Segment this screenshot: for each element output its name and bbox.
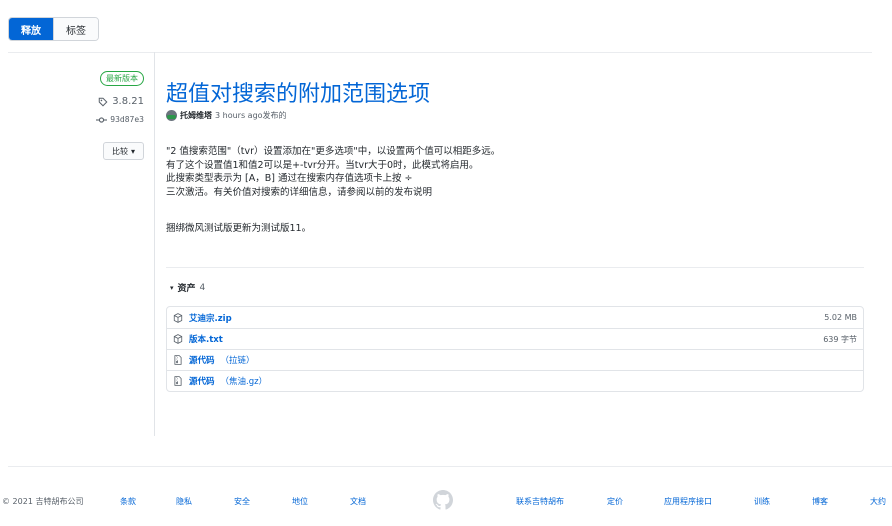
- asset-format[interactable]: （焦油.gz）: [221, 375, 268, 387]
- footer-link-status[interactable]: 地位: [292, 496, 308, 507]
- asset-size: 639 字节: [823, 334, 857, 344]
- asset-name[interactable]: 艾迪宗.zip: [189, 312, 232, 324]
- asset-name[interactable]: 版本.txt: [189, 333, 223, 345]
- commit-link[interactable]: 93d87e3: [96, 115, 144, 124]
- assets-label: 资产: [177, 284, 196, 294]
- footer-link-about[interactable]: 大约: [870, 496, 886, 507]
- footer-link-training[interactable]: 训练: [754, 496, 770, 507]
- latest-release-badge: 最新版本: [100, 71, 144, 86]
- file-zip-icon: [174, 376, 182, 386]
- triangle-down-icon: ▾: [170, 283, 174, 292]
- tag-link[interactable]: 3.8.21: [98, 96, 144, 107]
- package-icon: [173, 312, 183, 323]
- asset-row[interactable]: 艾迪宗.zip 5.02 MB: [167, 307, 863, 328]
- footer-copyright: © 2021 吉特胡布公司: [2, 497, 84, 506]
- file-zip-icon: [174, 355, 182, 365]
- author-link[interactable]: 托姆维塔: [180, 110, 212, 121]
- assets-toggle[interactable]: ▾ 资产 4: [170, 281, 206, 295]
- tab-releases[interactable]: 释放: [9, 18, 53, 40]
- assets-list: 艾迪宗.zip 5.02 MB 版本.txt 639 字节 源代码 （拉链） 源…: [166, 306, 864, 392]
- notes-line: 三次激活。有关价值对搜索的详细信息，请参阅以前的发布说明: [166, 186, 433, 198]
- compare-label: 比较: [111, 146, 128, 156]
- notes-line: "2 值搜索范围"（tvr）设置添加在"更多选项"中，以设置两个值可以相距多远。: [166, 146, 501, 157]
- release-meta: 最新版本 3.8.21 93d87e3 比较 ▾: [0, 52, 155, 436]
- footer-link-security[interactable]: 安全: [234, 496, 250, 507]
- assets-count: 4: [199, 282, 206, 293]
- asset-size: 5.02 MB: [824, 313, 857, 322]
- divider: [8, 466, 892, 467]
- release-notes: "2 值搜索范围"（tvr）设置添加在"更多选项"中，以设置两个值可以相距多远。…: [166, 145, 766, 234]
- triangle-down-icon: ▾: [130, 146, 135, 156]
- asset-name[interactable]: 源代码: [189, 354, 215, 366]
- github-logo-icon[interactable]: [433, 490, 453, 510]
- notes-line: 此搜索类型表示为 [A，B] 通过在搜索内存值选项卡上按 ÷: [166, 173, 413, 184]
- footer-link-blog[interactable]: 博客: [812, 496, 828, 507]
- git-commit-icon: [96, 116, 108, 123]
- asset-row[interactable]: 源代码 （焦油.gz）: [167, 370, 863, 391]
- tag-icon: [98, 97, 108, 106]
- site-footer: © 2021 吉特胡布公司 条款 隐私 安全 地位 文档 联系吉特胡布 定价 应…: [0, 490, 892, 510]
- compare-button[interactable]: 比较 ▾: [102, 142, 144, 160]
- footer-link-privacy[interactable]: 隐私: [176, 496, 192, 507]
- notes-extra: 捆绑微风测试版更新为测试版11。: [166, 223, 312, 234]
- divider: [166, 267, 864, 268]
- tab-tags[interactable]: 标签: [53, 18, 98, 40]
- footer-link-api[interactable]: 应用程序接口: [664, 496, 712, 507]
- footer-link-pricing[interactable]: 定价: [607, 496, 623, 507]
- commit-hash: 93d87e3: [110, 115, 144, 124]
- asset-row[interactable]: 版本.txt 639 字节: [167, 328, 863, 349]
- asset-format[interactable]: （拉链）: [221, 354, 255, 366]
- tag-name: 3.8.21: [112, 96, 144, 107]
- release-byline: 托姆维塔 3 hours ago发布的: [166, 110, 287, 121]
- release-time: 3 hours ago发布的: [215, 111, 287, 120]
- asset-name[interactable]: 源代码: [189, 375, 215, 387]
- notes-line: 有了这个设置值1和值2可以是+-tvr分开。当tvr大于0时，此模式将启用。: [166, 159, 479, 171]
- footer-link-docs[interactable]: 文档: [350, 496, 366, 507]
- asset-row[interactable]: 源代码 （拉链）: [167, 349, 863, 370]
- footer-link-terms[interactable]: 条款: [120, 496, 136, 507]
- avatar[interactable]: [166, 110, 177, 121]
- release-title[interactable]: 超值对搜索的附加范围选项: [166, 76, 430, 108]
- package-icon: [173, 334, 183, 344]
- footer-link-contact[interactable]: 联系吉特胡布: [516, 496, 564, 507]
- release-tabs: 释放 标签: [8, 17, 99, 41]
